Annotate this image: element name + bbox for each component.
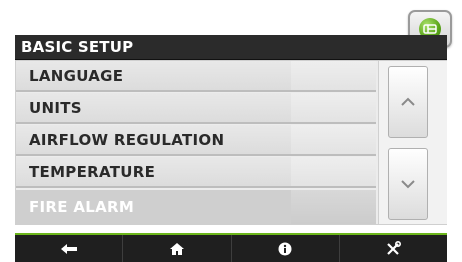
info-button[interactable] — [232, 235, 340, 262]
menu-item-label: AIRFLOW REGULATION — [29, 131, 225, 149]
menu-item-value — [291, 125, 376, 154]
menu-item-temperature[interactable]: TEMPERATURE — [16, 157, 376, 188]
menu-item-value — [291, 190, 376, 224]
home-button[interactable] — [123, 235, 232, 262]
menu-item-language[interactable]: LANGUAGE — [16, 61, 376, 92]
chevron-down-icon — [401, 180, 415, 189]
page-title: BASIC SETUP — [21, 38, 134, 56]
title-bar: BASIC SETUP — [15, 35, 447, 60]
tools-icon — [387, 240, 402, 255]
menu-list: LANGUAGE UNITS AIRFLOW REGULATION TEMPER… — [15, 60, 447, 225]
menu-item-value — [291, 93, 376, 122]
menu-item-airflow-regulation[interactable]: AIRFLOW REGULATION — [16, 125, 376, 156]
home-icon — [169, 242, 184, 255]
chevron-up-icon — [401, 97, 415, 106]
settings-tools-button[interactable] — [340, 235, 447, 262]
menu-item-label: TEMPERATURE — [29, 163, 156, 181]
scroll-up-button[interactable] — [388, 66, 428, 138]
menu-item-value — [291, 61, 376, 90]
info-icon — [278, 242, 292, 255]
scroll-down-button[interactable] — [388, 148, 428, 220]
back-arrow-icon — [60, 243, 77, 254]
menu-item-label: FIRE ALARM — [29, 198, 135, 216]
menu-item-value — [291, 157, 376, 186]
menu-item-label: LANGUAGE — [29, 67, 124, 85]
menu-item-label: UNITS — [29, 99, 82, 117]
back-button[interactable] — [15, 235, 124, 262]
bottom-navbar — [15, 233, 447, 262]
scroll-column — [378, 61, 447, 224]
menu-item-fire-alarm[interactable]: FIRE ALARM — [16, 190, 376, 224]
menu-item-units[interactable]: UNITS — [16, 93, 376, 124]
